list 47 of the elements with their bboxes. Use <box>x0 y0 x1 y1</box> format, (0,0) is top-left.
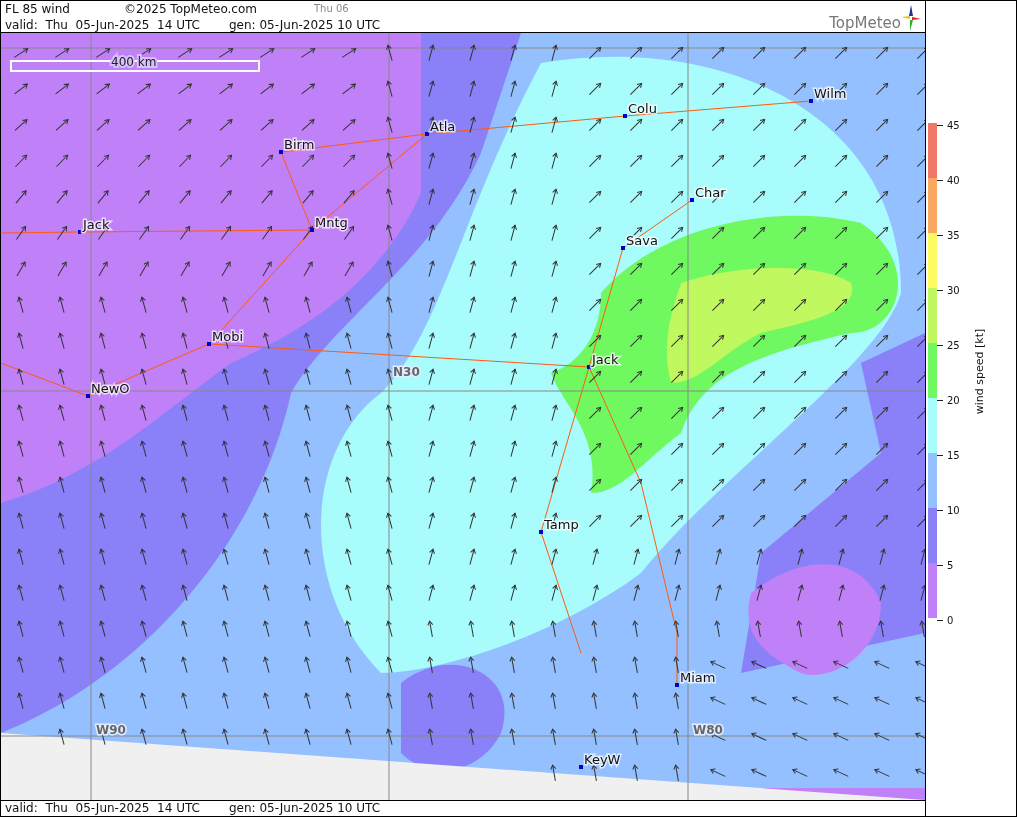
city-marker-icon <box>207 342 211 346</box>
valid-time: valid: Thu 05-Jun-2025 14 UTC <box>5 17 201 32</box>
city-label: Jack <box>592 352 619 367</box>
city-label: KeyW <box>584 752 621 767</box>
city-label: Colu <box>628 101 657 116</box>
city-label: Atla <box>430 119 456 134</box>
scale-tick-label: 35 <box>947 231 960 241</box>
valid-time: valid: Thu 05-Jun-2025 14 UTC <box>5 801 201 815</box>
scale-tick-label: 20 <box>947 396 960 406</box>
city-label: Wilm <box>814 86 847 101</box>
logo-text: TopMeteo <box>829 15 901 31</box>
map-title: FL 85 wind <box>5 1 71 16</box>
city-marker-icon <box>621 246 625 250</box>
city-marker-icon <box>690 198 694 202</box>
city-marker-icon <box>86 394 90 398</box>
scale-tick-label: 15 <box>947 451 960 461</box>
scale-tick-label: 0 <box>947 616 954 626</box>
city-marker-icon <box>579 765 583 769</box>
logo-star-icon <box>901 5 921 31</box>
city-label: Miam <box>680 670 716 685</box>
city-label: Tamp <box>544 517 579 532</box>
scale-tick-label: 45 <box>947 121 960 131</box>
city-marker-icon <box>78 230 82 234</box>
next-day-link[interactable]: Thu 06 <box>314 1 349 16</box>
city-marker-icon <box>425 132 429 136</box>
city-marker-icon <box>675 683 679 687</box>
scale-tick-label: 40 <box>947 176 960 186</box>
city-marker-icon <box>587 365 591 369</box>
generated-time: gen: 05-Jun-2025 10 UTC <box>229 801 381 815</box>
grid-label: W80 <box>693 723 723 737</box>
legend-title: wind speed [kt] <box>973 328 987 414</box>
scale-tick-label: 10 <box>947 506 960 516</box>
generated-time: gen: 05-Jun-2025 10 UTC <box>229 17 381 32</box>
scale-tick-label: 5 <box>947 561 954 571</box>
city-label: Char <box>695 185 726 200</box>
city-marker-icon <box>279 150 283 154</box>
city-marker-icon <box>539 530 543 534</box>
city-label: Birm <box>284 137 315 152</box>
city-marker-icon <box>623 114 627 118</box>
grid-label: N30 <box>393 365 420 379</box>
grid-label: W90 <box>96 723 126 737</box>
city-label: Jack <box>83 217 110 232</box>
copyright-text: ©2025 TopMeteo.com <box>124 1 258 16</box>
city-marker-icon <box>809 99 813 103</box>
scale-tick-label: 30 <box>947 286 960 296</box>
scale-tick-label: 25 <box>947 341 960 351</box>
city-marker-icon <box>310 228 314 232</box>
